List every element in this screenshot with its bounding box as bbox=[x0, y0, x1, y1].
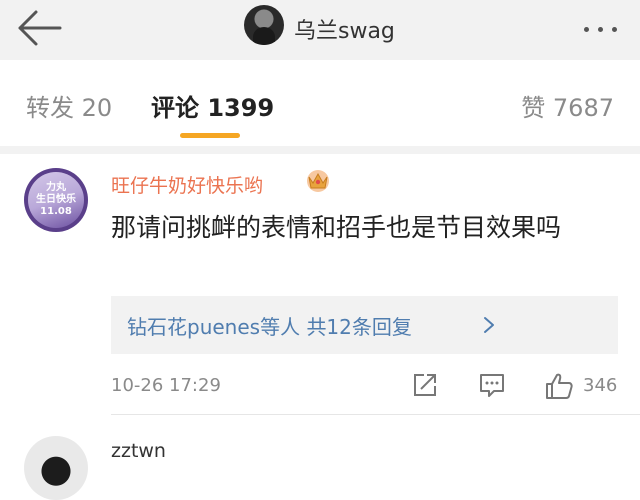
top-bar: 乌兰swag bbox=[0, 0, 640, 60]
comment-avatar-2[interactable] bbox=[24, 436, 88, 500]
header-username[interactable]: 乌兰swag bbox=[294, 13, 395, 45]
back-button[interactable] bbox=[14, 8, 64, 48]
comment-icon[interactable] bbox=[478, 371, 506, 399]
section-divider bbox=[0, 146, 640, 154]
chevron-right-icon bbox=[484, 317, 494, 333]
user-avatar[interactable] bbox=[244, 5, 284, 45]
share-icon[interactable] bbox=[411, 371, 439, 399]
replies-count[interactable]: 共12条回复 bbox=[306, 315, 411, 339]
tab-repost[interactable]: 转发 20 bbox=[26, 88, 112, 123]
more-dots-icon bbox=[576, 10, 626, 32]
commenter-name-2[interactable]: zztwn bbox=[111, 440, 166, 462]
comment-text: 那请问挑衅的表情和招手也是节目效果吗 bbox=[111, 213, 562, 242]
avatar-caption: 力丸 生日快乐 11.08 bbox=[36, 182, 76, 217]
replies-users[interactable]: 钻石花puenes等人 bbox=[127, 315, 300, 339]
comment-divider bbox=[111, 414, 640, 415]
comment-timestamp: 10-26 17:29 bbox=[111, 375, 221, 396]
comment-avatar[interactable]: 力丸 生日快乐 11.08 bbox=[24, 168, 88, 232]
thumbs-up-icon[interactable] bbox=[544, 371, 574, 401]
active-tab-indicator bbox=[180, 133, 240, 138]
like-count: 346 bbox=[583, 375, 618, 396]
replies-summary[interactable]: 钻石花puenes等人 共12条回复 bbox=[111, 296, 618, 354]
back-arrow-icon bbox=[18, 10, 62, 46]
more-button[interactable] bbox=[576, 10, 626, 46]
replies-summary-text: 钻石花puenes等人 共12条回复 bbox=[127, 311, 412, 340]
tab-comments[interactable]: 评论 1399 bbox=[151, 88, 274, 123]
crown-icon bbox=[307, 170, 329, 192]
tab-likes[interactable]: 赞 7687 bbox=[521, 88, 614, 123]
commenter-name[interactable]: 旺仔牛奶好快乐哟 bbox=[111, 171, 263, 198]
tab-bar: 转发 20 评论 1399 赞 7687 bbox=[0, 60, 640, 146]
